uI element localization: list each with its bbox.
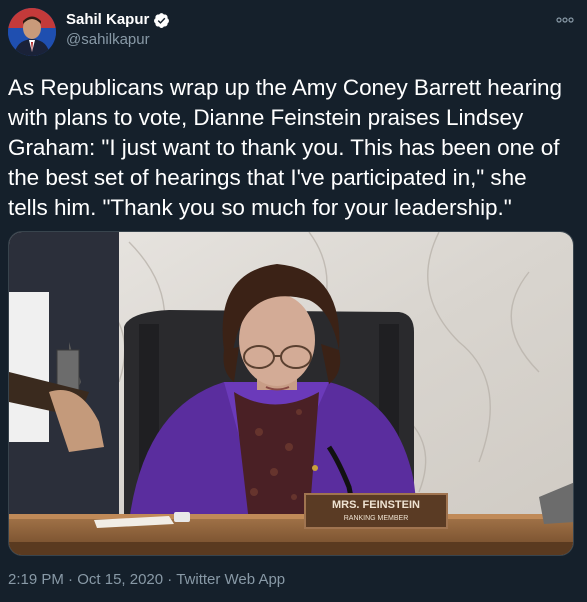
user-handle[interactable]: @sahilkapur [66, 31, 150, 49]
meta-separator: · [63, 571, 78, 588]
more-options-button[interactable] [553, 12, 577, 28]
tweet-source-link[interactable]: Twitter Web App [176, 571, 285, 588]
tweet-date-link[interactable]: Oct 15, 2020 [77, 571, 163, 588]
tweet-time-link[interactable]: 2:19 PM [8, 571, 64, 588]
tweet-metadata: 2:19 PM · Oct 15, 2020 · Twitter Web App [8, 571, 285, 589]
avatar-image [8, 8, 56, 56]
verified-badge-icon [153, 12, 170, 29]
tweet: Sahil Kapur @sahilkapur As Republicans w… [0, 0, 587, 602]
meta-separator: · [163, 571, 177, 588]
avatar[interactable] [8, 8, 56, 56]
display-name[interactable]: Sahil Kapur [66, 11, 149, 29]
nameplate-line2: RANKING MEMBER [344, 515, 409, 522]
tweet-media-image[interactable]: MRS. FEINSTEIN RANKING MEMBER [8, 231, 574, 556]
author-name-row[interactable]: Sahil Kapur [66, 11, 170, 29]
more-horizontal-icon [556, 17, 574, 23]
tweet-text: As Republicans wrap up the Amy Coney Bar… [8, 75, 562, 220]
nameplate-line1: MRS. FEINSTEIN [332, 499, 420, 511]
